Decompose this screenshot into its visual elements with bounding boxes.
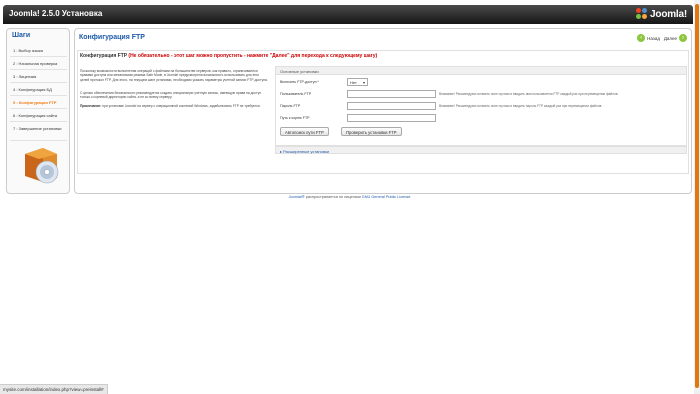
note-label: Примечание: [80,104,102,108]
step-precheck: 2 : Начальная проверка [10,58,67,70]
step-language: 1 : Выбор языка [10,45,67,57]
footer: Joomla!® распространяется по лицензии GN… [0,195,700,199]
next-arrow-icon: › [679,34,687,42]
ftp-path-label: Путь к корню FTP [280,116,310,120]
installer-title: Joomla! 2.5.0 Установка [9,9,103,18]
install-box-icon [25,148,59,184]
ftp-user-input[interactable] [347,90,436,98]
ftp-password-label: Пароль FTP [280,104,301,108]
status-bar-url: mysite.com/installation/index.php?view=p… [0,384,108,394]
basic-settings-header: Основные установки [276,67,686,75]
enable-ftp-value: Нет [350,80,357,85]
next-button[interactable]: Далее › [664,33,687,43]
joomla-logo-text: Joomla! [650,8,687,20]
joomla-logo-icon [636,8,648,20]
section-title-text: Конфигурация FTP [80,53,128,59]
advanced-settings-toggle[interactable]: ▸ Расширенные установки [275,146,687,154]
ftp-path-input[interactable] [347,114,436,122]
joomla-logo: Joomla! [636,8,687,20]
steps-sidebar: Шаги 1 : Выбор языка 2 : Начальная прове… [6,28,70,194]
intro-text-3: Примечание: при установке Joomla! на сер… [80,104,268,108]
footer-text: распространяется по лицензии [304,195,362,199]
step-license: 3 : Лицензия [10,71,67,83]
chevron-down-icon: ▾ [362,80,365,85]
step-ftp: 5 : Конфигурация FTP [10,97,67,109]
verify-ftp-button[interactable]: Проверить установки FTP [341,127,402,136]
main-content: Конфигурация FTP ‹ Назад Далее › Конфигу… [74,28,692,194]
step-finish: 7 : Завершение установки [10,123,67,141]
autofind-ftp-path-button[interactable]: Автопоиск пути FTP [280,127,329,136]
optional-note: (Не обязательно - этот шаг можно пропуст… [128,53,378,59]
ftp-user-label: Пользователь FTP [280,92,312,96]
back-button[interactable]: ‹ Назад [637,33,660,43]
section-title: Конфигурация FTP (Не обязательно - этот … [80,53,377,59]
step-site: 6 : Конфигурация сайта [10,110,67,122]
page-scrollbar[interactable] [694,0,700,394]
note-text: при установке Joomla! на сервер с операц… [102,104,261,108]
ftp-password-hint: Внимание! Рекомендуем оставить поле пуст… [439,104,603,108]
back-arrow-icon: ‹ [637,34,646,42]
enable-ftp-select[interactable]: Нет ▾ [347,78,368,86]
ftp-user-hint: Внимание! Рекомендуем оставить поле пуст… [439,92,619,96]
ftp-panel: Конфигурация FTP (Не обязательно - этот … [77,50,689,174]
ftp-password-input[interactable] [347,102,436,110]
joomla-link[interactable]: Joomla!® [289,195,305,199]
step-database: 4 : Конфигурация БД [10,84,67,96]
enable-ftp-label: Включить FTP-доступ:* [280,80,319,84]
next-label: Далее [663,35,677,41]
basic-settings: Основные установки Включить FTP-доступ:*… [275,66,687,146]
intro-text-2: С целью обеспечения безопасности рекомен… [80,91,262,100]
scrollbar-thumb[interactable] [695,4,699,388]
advanced-settings-label: Расширенные установки [283,148,329,154]
license-link[interactable]: GNU General Public License. [362,195,412,199]
expand-icon: ▸ [280,148,283,154]
back-label: Назад [647,35,660,41]
page-title: Конфигурация FTP [79,34,145,41]
installer-header: Joomla! 2.5.0 Установка Joomla! [3,5,693,24]
steps-title: Шаги [12,32,31,39]
intro-text-1: Поскольку возможности выполнения операци… [80,69,268,82]
